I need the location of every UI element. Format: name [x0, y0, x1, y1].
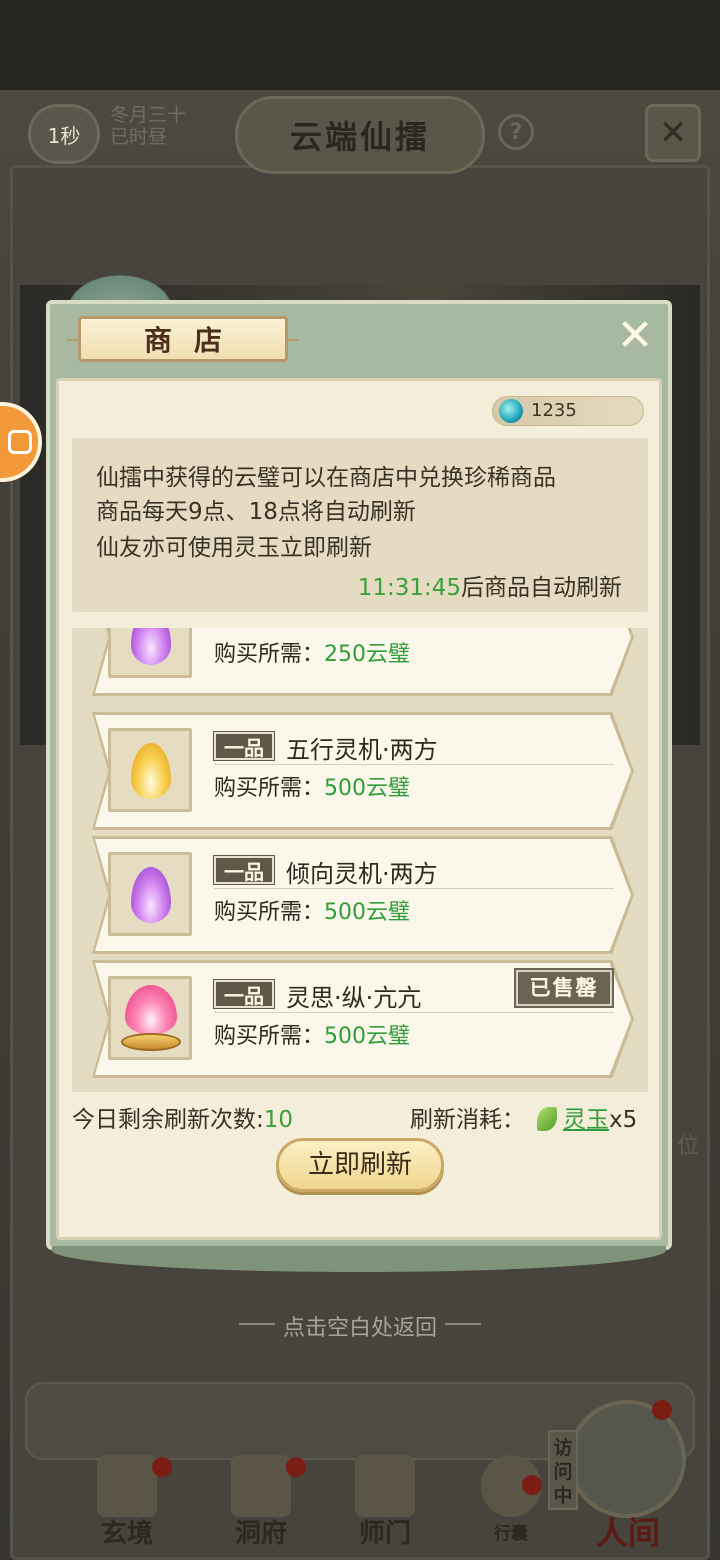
help-button[interactable]: ?: [498, 114, 534, 150]
banner-icon: [355, 1455, 415, 1517]
ornament-left: [238, 1323, 275, 1335]
page-title: 云端仙擂: [235, 96, 485, 174]
cost-value: 500云璧: [324, 776, 411, 801]
notification-dot: [652, 1400, 672, 1420]
spirit-jade-link[interactable]: 灵玉: [563, 1107, 609, 1133]
shop-close-button[interactable]: ✕: [612, 314, 658, 360]
cost-value: 250云璧: [324, 642, 411, 667]
visit-tag: 访问中: [548, 1430, 578, 1510]
info-line: 仙友亦可使用灵玉立即刷新: [96, 535, 372, 561]
notification-dot: [152, 1457, 172, 1477]
cost-label: 购买所需：: [214, 642, 325, 667]
info-line: 商品每天9点、18点将自动刷新: [96, 499, 416, 525]
refresh-now-button[interactable]: 立即刷新: [276, 1138, 444, 1192]
shop-title: 商店: [67, 316, 299, 362]
shop-item[interactable]: 一品 灵思·纵·亢亢 购买所需：500云璧 已售罄: [92, 960, 634, 1078]
spirit-jade-icon: [537, 1107, 557, 1131]
item-slot: [108, 728, 192, 812]
grade-badge: 一品: [213, 979, 275, 1009]
cost-value: 500云璧: [324, 1024, 411, 1049]
cost-label: 购买所需：: [214, 1024, 325, 1049]
hint-text: 点击空白处返回: [282, 1316, 437, 1341]
nav-dongfu[interactable]: 洞府: [206, 1455, 316, 1555]
divider: [214, 764, 614, 765]
notification-dot: [522, 1475, 542, 1495]
shop-item[interactable]: 购买所需：250云璧: [92, 628, 634, 696]
auto-refresh-timer: 11:31:45后商品自动刷新: [358, 568, 622, 602]
cloud-jade-coin-icon: [499, 399, 523, 423]
timer-badge: 1秒: [28, 104, 100, 164]
item-slot: [108, 976, 192, 1060]
item-name: 灵思·纵·亢亢: [286, 984, 422, 1012]
game-date: 冬月三十 已时昼: [110, 104, 220, 148]
item-name: 倾向灵机·两方: [286, 860, 438, 888]
cost-label: 购买所需：: [214, 776, 325, 801]
divider: [214, 888, 614, 889]
shop-item-list[interactable]: 购买所需：250云璧 一品 五行灵机·两方 购买所需：500云璧 一品 倾向灵机…: [72, 628, 648, 1092]
notification-dot: [286, 1457, 306, 1477]
item-slot: [108, 628, 192, 678]
refresh-count-value: 10: [263, 1107, 294, 1133]
item-cost: 购买所需：500云璧: [214, 1018, 410, 1050]
shop-item[interactable]: 一品 倾向灵机·两方 购买所需：500云璧: [92, 836, 634, 954]
refresh-cost-label: 刷新消耗：: [410, 1107, 525, 1133]
refresh-count-label: 今日剩余刷新次数:: [72, 1107, 264, 1133]
side-text: 位: [677, 1134, 700, 1159]
currency-value: 1235: [531, 400, 577, 421]
pavilion-icon: [231, 1455, 291, 1517]
brazier-icon: [121, 1033, 181, 1051]
date-line: 冬月三十: [110, 104, 187, 126]
purple-flame-icon: [131, 867, 171, 923]
refresh-cost-amount: x5: [609, 1107, 638, 1133]
item-cost: 购买所需：250云璧: [214, 636, 410, 668]
currency-display: 1235: [492, 396, 644, 426]
gamepad-icon: [8, 430, 32, 454]
grade-badge: 一品: [213, 731, 275, 761]
tap-to-return-hint[interactable]: 点击空白处返回: [0, 1310, 720, 1342]
item-cost: 购买所需：500云璧: [214, 770, 410, 802]
time-period: 已时昼: [110, 126, 168, 148]
nav-label: 洞府: [234, 1519, 287, 1549]
nav-renjian[interactable]: 访问中 人间: [548, 1400, 698, 1560]
page-close-button[interactable]: ✕: [645, 104, 701, 162]
purple-flame-icon: [131, 628, 171, 665]
cost-label: 购买所需：: [214, 900, 325, 925]
shop-info-box: 仙擂中获得的云璧可以在商店中兑换珍稀商品 商品每天9点、18点将自动刷新 仙友亦…: [72, 438, 648, 612]
nav-label: 师门: [358, 1519, 411, 1549]
divider: [214, 1012, 614, 1013]
refresh-cost: 刷新消耗： 灵玉x5: [410, 1100, 637, 1134]
nav-label: 玄境: [100, 1519, 153, 1549]
refresh-count: 今日剩余刷新次数:10: [72, 1100, 293, 1134]
close-icon: ✕: [616, 310, 654, 361]
item-cost: 购买所需：500云璧: [214, 894, 410, 926]
close-icon: ✕: [658, 113, 688, 153]
nav-shimen[interactable]: 师门: [330, 1455, 440, 1555]
item-slot: [108, 852, 192, 936]
ornament-right: [445, 1323, 481, 1335]
nav-xuanjing[interactable]: 玄境: [72, 1455, 182, 1555]
item-name: 五行灵机·两方: [286, 736, 438, 764]
info-line: 仙擂中获得的云璧可以在商店中兑换珍稀商品: [96, 465, 556, 491]
sold-out-stamp: 已售罄: [514, 968, 614, 1008]
shop-item[interactable]: 一品 五行灵机·两方 购买所需：500云璧: [92, 712, 634, 830]
refresh-countdown-suffix: 后商品自动刷新: [461, 575, 622, 601]
cost-value: 500云璧: [324, 900, 411, 925]
gold-flame-icon: [131, 743, 171, 799]
pink-flame-icon: [125, 985, 177, 1035]
grade-badge: 一品: [213, 855, 275, 885]
scroll-icon: [97, 1455, 157, 1517]
top-bar: [0, 0, 720, 90]
refresh-countdown: 11:31:45: [357, 575, 461, 601]
nav-label: 人间: [595, 1514, 660, 1552]
